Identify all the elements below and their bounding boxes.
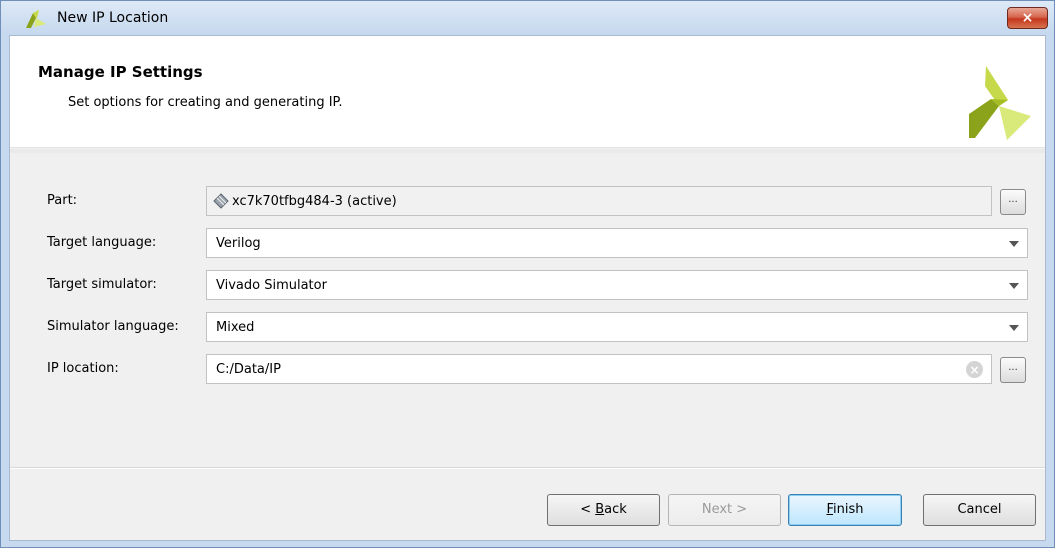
back-mnemonic: B	[595, 502, 605, 517]
finish-button[interactable]: Finish	[788, 494, 902, 526]
close-icon: ×	[1021, 10, 1034, 26]
page-subtitle: Set options for creating and generating …	[68, 95, 343, 110]
footer-divider-highlight	[10, 468, 1045, 469]
header-separator	[10, 149, 1045, 153]
back-button[interactable]: < Back	[547, 494, 660, 526]
page-title: Manage IP Settings	[38, 63, 203, 81]
part-label: Part:	[47, 193, 78, 208]
wizard-header: Manage IP Settings Set options for creat…	[10, 36, 1045, 148]
ip-location-value[interactable]: C:/Data/IP	[216, 362, 281, 377]
finish-rest: inish	[833, 502, 864, 517]
title-bar[interactable]: New IP Location ×	[1, 1, 1054, 35]
simulator-language-value: Mixed	[216, 320, 255, 335]
target-simulator-select[interactable]: Vivado Simulator	[206, 270, 1028, 300]
part-browse-button[interactable]: ...	[1000, 189, 1026, 215]
chevron-down-icon[interactable]	[1009, 325, 1019, 331]
part-value: xc7k70tfbg484-3 (active)	[232, 194, 397, 209]
part-field: xc7k70tfbg484-3 (active)	[206, 186, 992, 216]
back-rest: ack	[604, 502, 627, 517]
back-prefix: <	[580, 502, 596, 517]
target-simulator-label: Target simulator:	[47, 277, 157, 292]
target-simulator-value: Vivado Simulator	[216, 278, 327, 293]
window-title: New IP Location	[57, 10, 169, 26]
vivado-logo-icon	[969, 66, 1031, 140]
dialog-window: New IP Location × Manage IP Settings Set…	[0, 0, 1055, 548]
next-button[interactable]: Next >	[668, 494, 781, 526]
cancel-button[interactable]: Cancel	[923, 494, 1036, 526]
ip-location-input[interactable]: C:/Data/IP ×	[206, 354, 992, 384]
clear-icon[interactable]: ×	[966, 361, 983, 378]
ip-location-label: IP location:	[47, 361, 119, 376]
dialog-body: Manage IP Settings Set options for creat…	[9, 35, 1046, 541]
simulator-language-select[interactable]: Mixed	[206, 312, 1028, 342]
simulator-language-label: Simulator language:	[47, 319, 179, 334]
target-language-value: Verilog	[216, 236, 261, 251]
chevron-down-icon[interactable]	[1009, 241, 1019, 247]
vivado-logo-icon	[26, 10, 46, 28]
chevron-down-icon[interactable]	[1009, 283, 1019, 289]
close-button[interactable]: ×	[1007, 7, 1048, 29]
target-language-select[interactable]: Verilog	[206, 228, 1028, 258]
chip-icon	[213, 193, 229, 209]
target-language-label: Target language:	[47, 235, 157, 250]
ip-location-browse-button[interactable]: ...	[1000, 357, 1026, 383]
